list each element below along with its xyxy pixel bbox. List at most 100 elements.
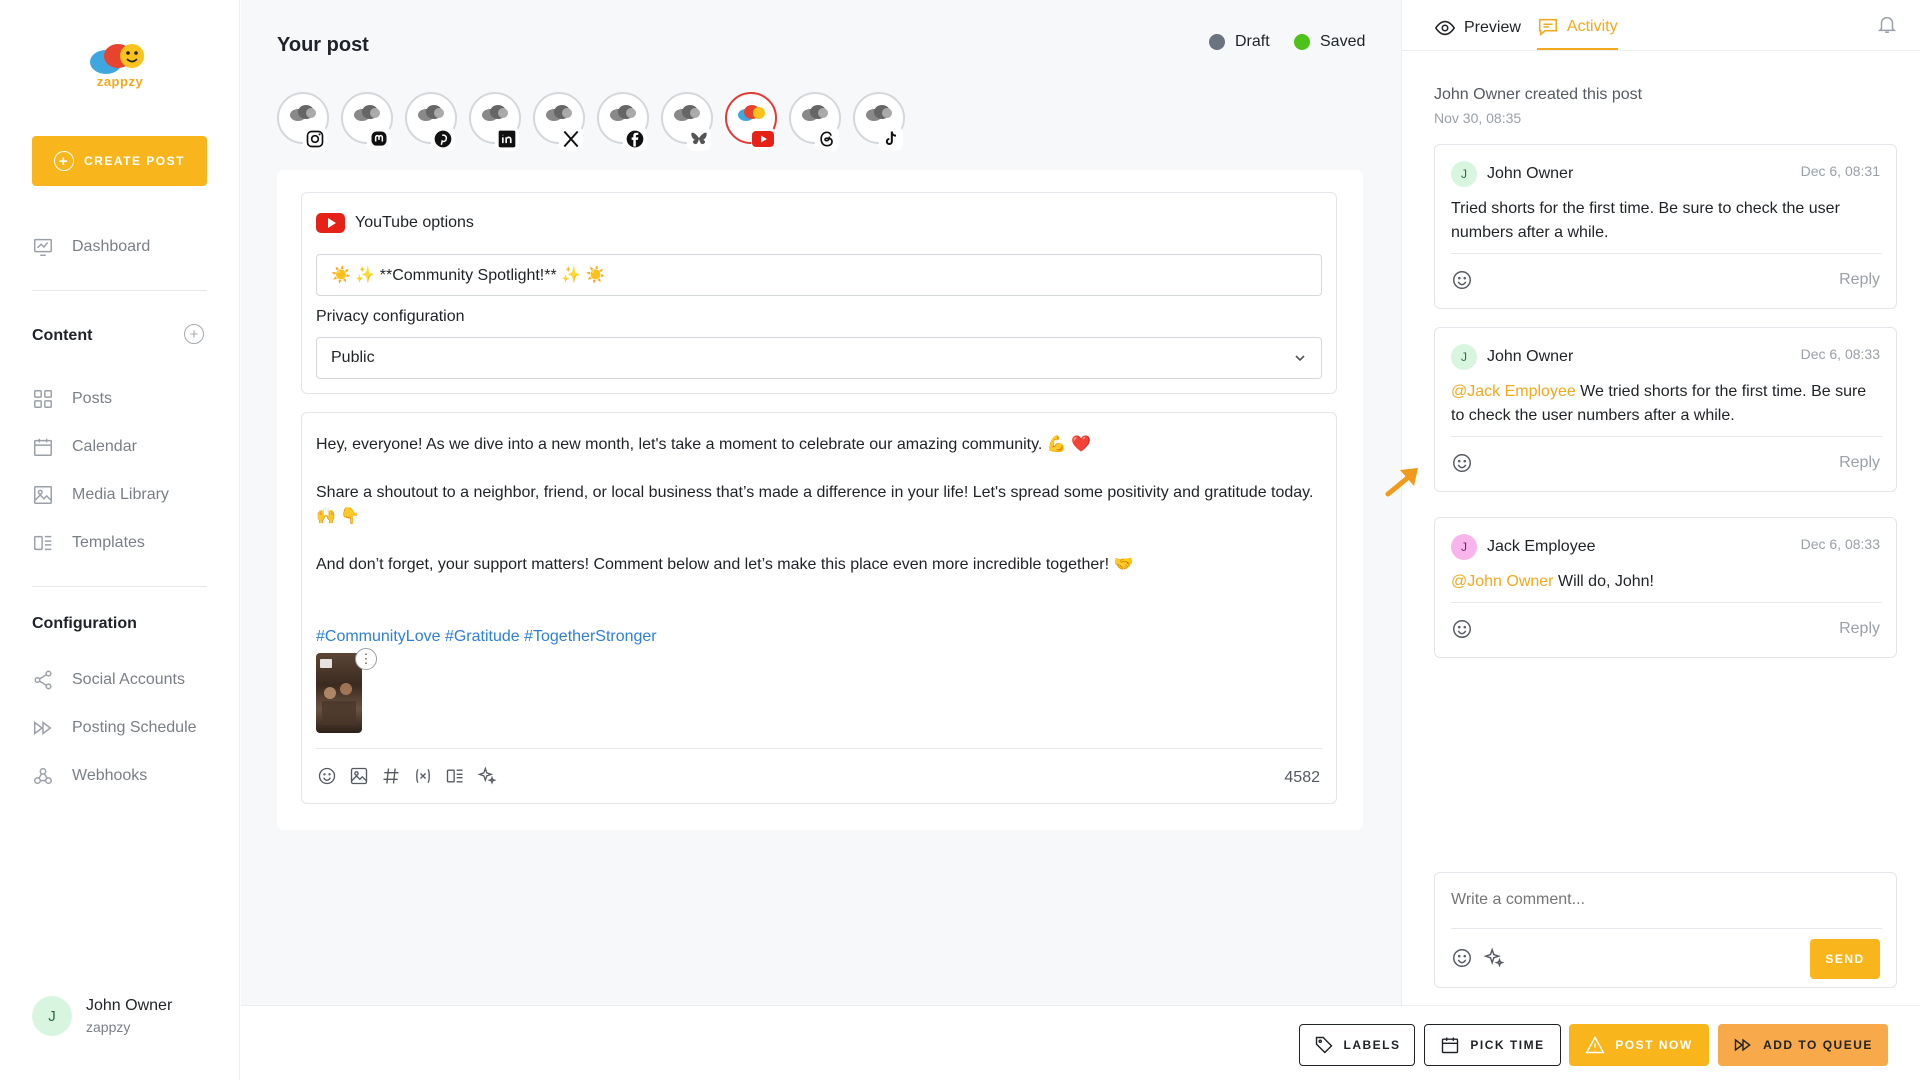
- smile-icon[interactable]: [1451, 618, 1473, 640]
- sidebar-item-posting-schedule[interactable]: Posting Schedule: [32, 713, 197, 743]
- comment-date: Dec 6, 08:31: [1800, 163, 1880, 179]
- hashtag-button[interactable]: [380, 765, 402, 787]
- share-icon: [34, 670, 52, 690]
- account-avatar-icon: [418, 105, 444, 121]
- image-icon: [34, 486, 52, 504]
- sidebar-item-label: Calendar: [72, 438, 137, 455]
- tab-preview[interactable]: Preview: [1434, 16, 1521, 50]
- send-button[interactable]: SEND: [1810, 939, 1880, 979]
- reply-button[interactable]: Reply: [1839, 454, 1880, 472]
- privacy-select[interactable]: Public: [316, 337, 1322, 379]
- account-instagram[interactable]: [277, 92, 329, 151]
- labels-button[interactable]: LABELS: [1299, 1024, 1415, 1066]
- threads-icon: [815, 127, 839, 151]
- activity-panel: Preview Activity John Owner created this…: [1401, 0, 1920, 1005]
- account-avatar-icon: [738, 105, 765, 121]
- logo-text: zappzy: [96, 74, 144, 89]
- account-linkedin[interactable]: [469, 92, 521, 151]
- variables-button[interactable]: [412, 765, 434, 787]
- configuration-section-title: Configuration: [32, 615, 137, 632]
- thumbnail-menu-button[interactable]: ⋮: [355, 648, 377, 670]
- create-post-button[interactable]: + CREATE POST: [32, 136, 207, 186]
- plus-icon: +: [54, 151, 75, 171]
- mention-link[interactable]: @John Owner: [1451, 573, 1554, 590]
- draft-dot-icon: [1209, 34, 1225, 50]
- account-avatar-icon: [354, 105, 380, 121]
- comment-divider: [1451, 436, 1882, 437]
- hashtag-icon: [383, 768, 399, 784]
- post-card: YouTube options ☀️ ✨ **Community Spotlig…: [277, 170, 1363, 830]
- smile-icon[interactable]: [1451, 947, 1473, 969]
- sidebar: zappzy + CREATE POST Dashboard Content +…: [0, 0, 240, 1080]
- post-body-text[interactable]: Hey, everyone! As we dive into a new mon…: [316, 433, 1316, 649]
- youtube-options-label: YouTube options: [355, 214, 474, 231]
- insert-media-button[interactable]: [348, 765, 370, 787]
- comment-text: Tried shorts for the first time. Be sure…: [1451, 200, 1840, 241]
- instagram-icon: [303, 127, 327, 151]
- eye-icon: [1434, 20, 1456, 36]
- smile-icon[interactable]: [1451, 452, 1473, 474]
- account-avatar-icon: [482, 105, 508, 121]
- tab-activity[interactable]: Activity: [1536, 16, 1618, 50]
- sidebar-divider: [32, 586, 207, 587]
- webhook-icon: [34, 767, 52, 785]
- post-now-button[interactable]: POST NOW: [1569, 1024, 1709, 1066]
- account-threads[interactable]: [789, 92, 841, 151]
- add-to-queue-button[interactable]: ADD TO QUEUE: [1718, 1024, 1888, 1066]
- video-thumbnail[interactable]: [316, 653, 362, 733]
- tab-label: Preview: [1464, 19, 1521, 36]
- account-facebook[interactable]: [597, 92, 649, 151]
- comment-input[interactable]: [1451, 891, 1871, 909]
- comment-author: John Owner: [1487, 348, 1574, 365]
- account-avatar-icon: [290, 105, 316, 121]
- sidebar-item-dashboard[interactable]: Dashboard: [32, 232, 150, 262]
- labels-label: LABELS: [1343, 1038, 1401, 1052]
- zappzy-logo[interactable]: zappzy: [84, 38, 156, 90]
- sidebar-item-label: Social Accounts: [72, 671, 185, 688]
- comment-card: J John Owner Dec 6, 08:31 Tried shorts f…: [1434, 144, 1897, 309]
- emoji-button[interactable]: [316, 765, 338, 787]
- sidebar-item-calendar[interactable]: Calendar: [32, 432, 137, 462]
- bell-icon[interactable]: [1876, 13, 1898, 35]
- facebook-icon: [623, 127, 647, 151]
- account-mastodon[interactable]: [341, 92, 393, 151]
- mention-link[interactable]: @Jack Employee: [1451, 383, 1576, 400]
- smile-icon[interactable]: [1451, 269, 1473, 291]
- fast-forward-icon: [34, 721, 52, 735]
- account-pinterest[interactable]: [405, 92, 457, 151]
- linkedin-icon: [495, 127, 519, 151]
- sidebar-divider: [32, 290, 207, 291]
- youtube-title-input[interactable]: ☀️ ✨ **Community Spotlight!** ✨ ☀️: [316, 254, 1322, 296]
- reply-button[interactable]: Reply: [1839, 271, 1880, 289]
- ai-assist-button[interactable]: [476, 765, 498, 787]
- account-youtube[interactable]: [725, 92, 777, 151]
- tag-icon: [1315, 1036, 1333, 1054]
- panel-tabs: Preview Activity: [1434, 16, 1618, 50]
- account-tiktok[interactable]: [853, 92, 905, 151]
- post-body-editor[interactable]: Hey, everyone! As we dive into a new mon…: [301, 412, 1337, 804]
- privacy-value: Public: [331, 349, 375, 366]
- chevron-down-icon: [1295, 355, 1305, 362]
- add-to-queue-label: ADD TO QUEUE: [1763, 1038, 1873, 1052]
- add-content-button[interactable]: +: [184, 324, 204, 344]
- comment-body: @Jack Employee We tried shorts for the f…: [1451, 380, 1876, 428]
- reply-button[interactable]: Reply: [1839, 620, 1880, 638]
- sidebar-item-media-library[interactable]: Media Library: [32, 480, 169, 510]
- sidebar-item-label: Templates: [72, 534, 145, 551]
- sidebar-item-posts[interactable]: Posts: [32, 384, 112, 414]
- content-section-title: Content: [32, 327, 93, 344]
- sidebar-item-social-accounts[interactable]: Social Accounts: [32, 665, 185, 695]
- post-hashtags[interactable]: #CommunityLove #Gratitude #TogetherStron…: [316, 625, 1316, 649]
- sidebar-item-webhooks[interactable]: Webhooks: [32, 761, 147, 791]
- sidebar-item-templates[interactable]: Templates: [32, 528, 145, 558]
- pick-time-button[interactable]: PICK TIME: [1424, 1024, 1561, 1066]
- account-x[interactable]: [533, 92, 585, 151]
- sparkle-icon[interactable]: [1483, 947, 1505, 969]
- templates-button[interactable]: [444, 765, 466, 787]
- comment-divider: [1451, 253, 1882, 254]
- account-bluesky[interactable]: [661, 92, 713, 151]
- post-editor: Your post Draft Saved YouTube options ☀️…: [241, 0, 1401, 1005]
- draft-status: Draft: [1209, 33, 1270, 51]
- user-profile[interactable]: J John Owner zappzy: [32, 996, 172, 1036]
- saved-dot-icon: [1294, 34, 1310, 50]
